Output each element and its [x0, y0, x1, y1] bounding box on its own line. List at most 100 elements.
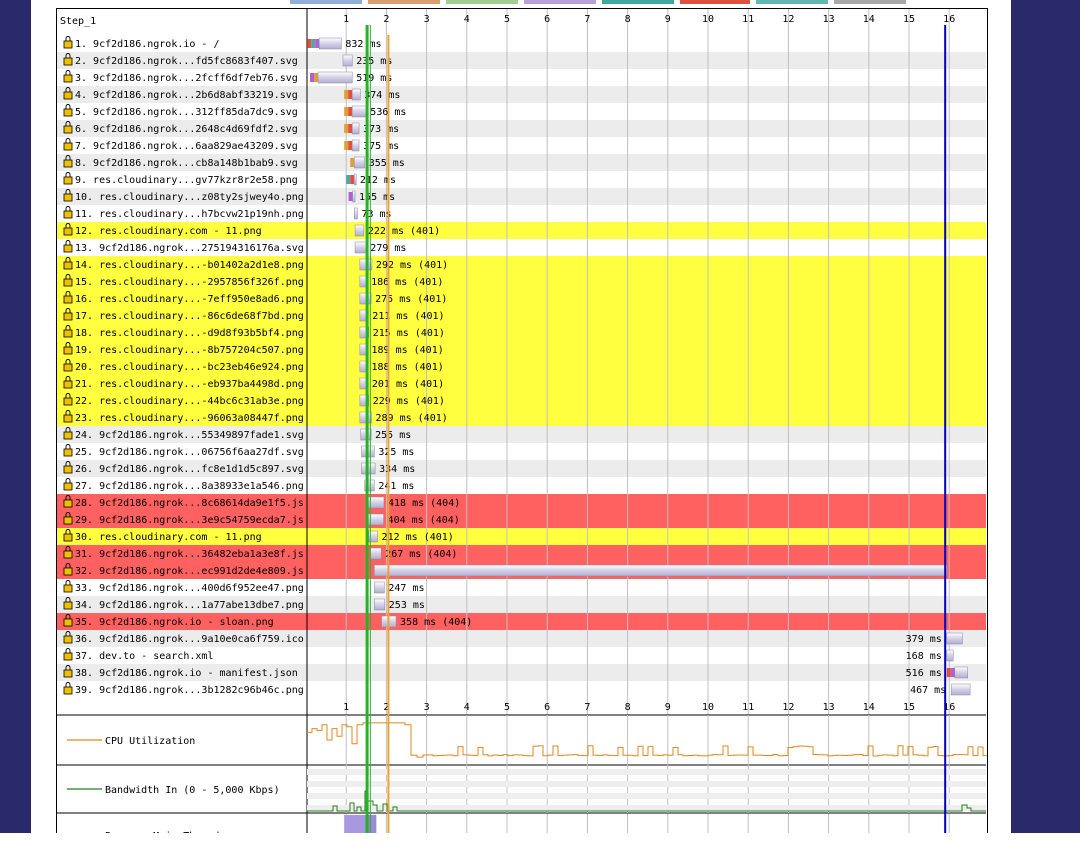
bar-phase-segment — [346, 175, 351, 184]
request-label: 5. 9cf2d186.ngrok...312ff85da7dc9.svg — [75, 107, 298, 118]
time-tick-bottom: 8 — [625, 702, 631, 713]
bandwidth-label: Bandwidth In (0 - 5,000 Kbps) — [105, 785, 280, 796]
lock-icon — [63, 448, 73, 457]
bar-phase-segment — [348, 90, 353, 99]
request-timing: 186 ms (401) — [371, 277, 443, 288]
request-bar[interactable] — [351, 122, 360, 135]
request-timing: 374 ms — [364, 90, 400, 101]
request-label: 1. 9cf2d186.ngrok.io - / — [75, 39, 220, 50]
request-label: 7. 9cf2d186.ngrok...6aa829ae43209.svg — [75, 141, 298, 152]
request-label: 39. 9cf2d186.ngrok...3b1282c96b46c.png — [75, 685, 304, 696]
time-tick-bottom: 14 — [863, 702, 875, 713]
request-timing: 188 ms (401) — [372, 362, 444, 373]
time-tick-bottom: 15 — [903, 702, 915, 713]
request-label: 6. 9cf2d186.ngrok...2648c4d69fdf2.svg — [75, 124, 298, 135]
time-tick-top: 10 — [702, 14, 714, 25]
bar-phase-segment — [348, 141, 353, 150]
time-tick-bottom: 7 — [584, 702, 590, 713]
request-bar[interactable] — [354, 224, 365, 237]
lock-icon — [63, 567, 73, 576]
legend-swatch-css — [680, 0, 750, 4]
lock-icon — [63, 465, 73, 474]
time-tick-top: 14 — [863, 14, 875, 25]
lock-icon — [63, 261, 73, 270]
request-timing: 229 ms (401) — [373, 396, 445, 407]
request-label: 27. 9cf2d186.ngrok...8a38933e1a546.png — [75, 481, 304, 492]
request-bar[interactable] — [352, 190, 356, 203]
request-bar[interactable] — [366, 513, 384, 526]
request-bar[interactable] — [342, 54, 353, 67]
bar-phase-segment — [348, 192, 353, 201]
request-label: 16. res.cloudinary...-7eff950e8ad6.png — [75, 294, 304, 305]
request-bar[interactable] — [351, 139, 360, 152]
cpu-label: CPU Utilization — [105, 736, 195, 747]
request-bar[interactable] — [353, 207, 358, 220]
lock-icon — [63, 295, 73, 304]
lock-icon — [63, 584, 73, 593]
lock-icon — [63, 635, 73, 644]
request-timing: 404 ms (404) — [388, 515, 460, 526]
time-tick-bottom: 10 — [702, 702, 714, 713]
bar-phase-segment — [344, 90, 349, 99]
request-bar[interactable] — [359, 292, 372, 305]
request-timing: 358 ms (404) — [400, 617, 472, 628]
request-bar[interactable] — [351, 88, 361, 101]
bar-phase-segment — [311, 39, 316, 48]
request-label: 14. res.cloudinary...-b01402a2d1e8.png — [75, 260, 304, 271]
legend-swatch-js — [602, 0, 674, 4]
request-label: 12. res.cloudinary.com - 11.png — [75, 226, 262, 237]
request-bar[interactable] — [946, 649, 954, 662]
request-timing: 832 ms — [345, 39, 381, 50]
left-page-margin — [0, 0, 31, 833]
lock-icon — [63, 40, 73, 49]
request-label: 36. 9cf2d186.ngrok...9a10e0ca6f759.ico — [75, 634, 304, 645]
time-tick-top: 1 — [343, 14, 349, 25]
bandwidth-stripe — [307, 793, 986, 799]
lock-icon — [63, 431, 73, 440]
request-bar[interactable] — [946, 632, 963, 645]
request-label: 29. 9cf2d186.ngrok...3e9c54759ecda7.js — [75, 515, 304, 526]
legend-swatch-connect — [368, 0, 440, 4]
lock-icon — [63, 227, 73, 236]
time-tick-top: 8 — [625, 14, 631, 25]
request-label: 21. res.cloudinary...-eb937ba4498d.png — [75, 379, 304, 390]
lock-icon — [63, 108, 73, 117]
request-label: 3. 9cf2d186.ngrok...2fcff6df7eb76.svg — [75, 73, 298, 84]
request-bar[interactable] — [351, 105, 367, 118]
request-label: 9. res.cloudinary...gv77kzr8r2e58.png — [75, 175, 298, 186]
request-bar[interactable] — [374, 564, 948, 577]
lock-icon — [63, 482, 73, 491]
request-timing: 267 ms (404) — [385, 549, 457, 560]
lock-icon — [63, 397, 73, 406]
time-tick-bottom: 9 — [665, 702, 671, 713]
request-timing: 212 ms — [360, 175, 396, 186]
request-bar[interactable] — [353, 156, 365, 169]
request-bar[interactable] — [950, 683, 971, 696]
request-label: 2. 9cf2d186.ngrok...fd5fc8683f407.svg — [75, 56, 298, 67]
bar-phase-segment — [344, 107, 349, 116]
request-bar[interactable] — [318, 37, 342, 50]
lock-icon — [63, 312, 73, 321]
lock-icon — [63, 74, 73, 83]
lock-icon — [63, 601, 73, 610]
legend-swatch-other — [834, 0, 906, 4]
time-tick-top: 7 — [584, 14, 590, 25]
request-bar[interactable] — [374, 581, 385, 594]
request-label: 30. res.cloudinary.com - 11.png — [75, 532, 262, 543]
legend-swatch-ssl — [446, 0, 518, 4]
request-bar[interactable] — [374, 598, 386, 611]
request-timing: 379 ms — [906, 634, 942, 645]
bar-phase-segment — [344, 124, 349, 133]
request-bar[interactable] — [366, 496, 385, 509]
request-bar[interactable] — [353, 173, 357, 186]
request-bar[interactable] — [354, 241, 367, 254]
request-timing: 222 ms (401) — [368, 226, 440, 237]
step-label: Step_1 — [60, 16, 96, 27]
lock-icon — [63, 363, 73, 372]
request-bar[interactable] — [317, 71, 353, 84]
request-bar[interactable] — [370, 547, 382, 560]
time-tick-top: 6 — [544, 14, 550, 25]
request-bar[interactable] — [954, 666, 968, 679]
lock-icon — [63, 142, 73, 151]
lock-icon — [63, 499, 73, 508]
